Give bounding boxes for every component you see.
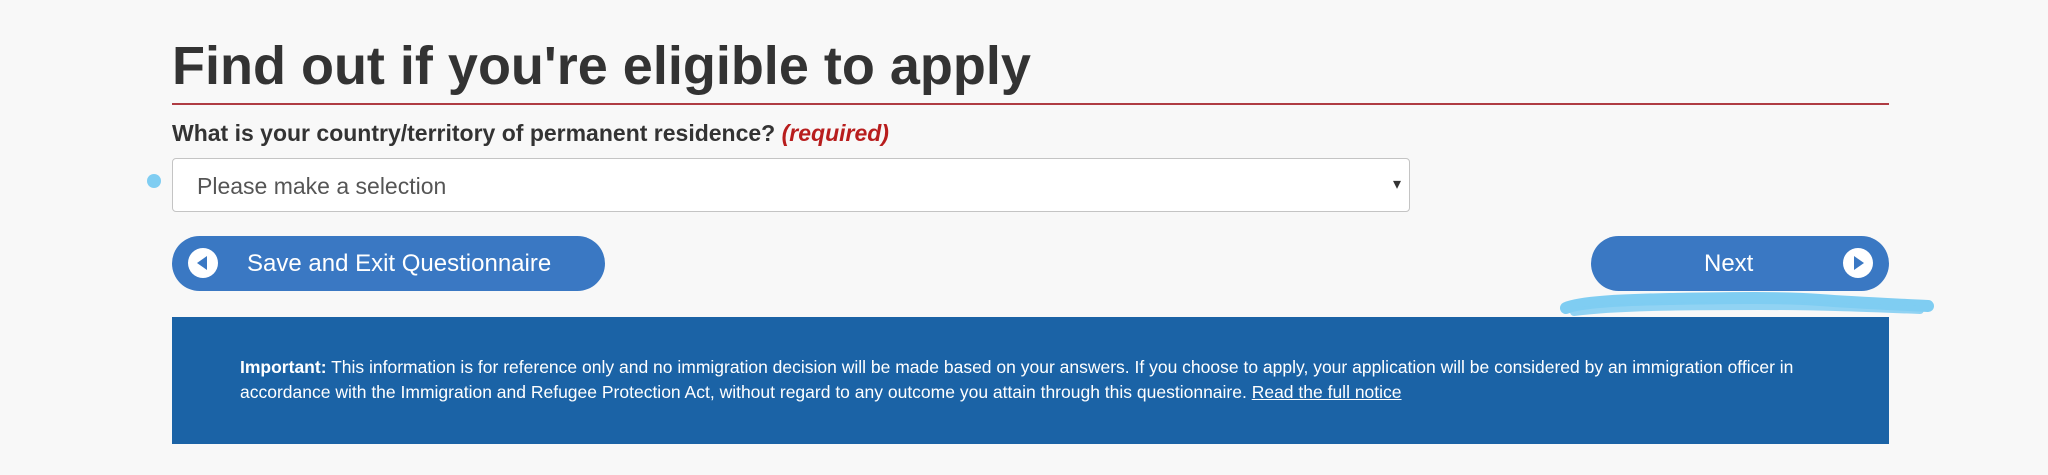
important-notice: Important: This information is for refer… bbox=[172, 317, 1889, 444]
save-exit-label: Save and Exit Questionnaire bbox=[247, 250, 552, 277]
required-indicator: (required) bbox=[781, 120, 889, 146]
page: Find out if you're eligible to apply Wha… bbox=[0, 0, 2048, 475]
notice-body: This information is for reference only a… bbox=[240, 357, 1794, 402]
read-full-notice-link[interactable]: Read the full notice bbox=[1252, 382, 1402, 402]
country-select[interactable]: Please make a selection ▾ bbox=[172, 158, 1410, 212]
notice-text: Important: This information is for refer… bbox=[240, 355, 1840, 405]
circle-arrow-left-icon bbox=[188, 248, 218, 278]
select-value: Please make a selection bbox=[197, 173, 447, 199]
notice-lead: Important: bbox=[240, 357, 327, 377]
next-label: Next bbox=[1704, 250, 1754, 277]
question-text: What is your country/territory of perman… bbox=[172, 120, 776, 146]
dropdown-arrow-icon: ▾ bbox=[1392, 176, 1401, 193]
title-divider bbox=[172, 103, 1889, 105]
page-title: Find out if you're eligible to apply bbox=[172, 36, 1031, 96]
save-exit-button[interactable]: Save and Exit Questionnaire bbox=[172, 236, 605, 291]
annotation-dot bbox=[147, 174, 161, 188]
question-label: What is your country/territory of perman… bbox=[172, 118, 889, 148]
next-button[interactable]: Next bbox=[1591, 236, 1889, 291]
circle-arrow-right-icon bbox=[1843, 248, 1873, 278]
